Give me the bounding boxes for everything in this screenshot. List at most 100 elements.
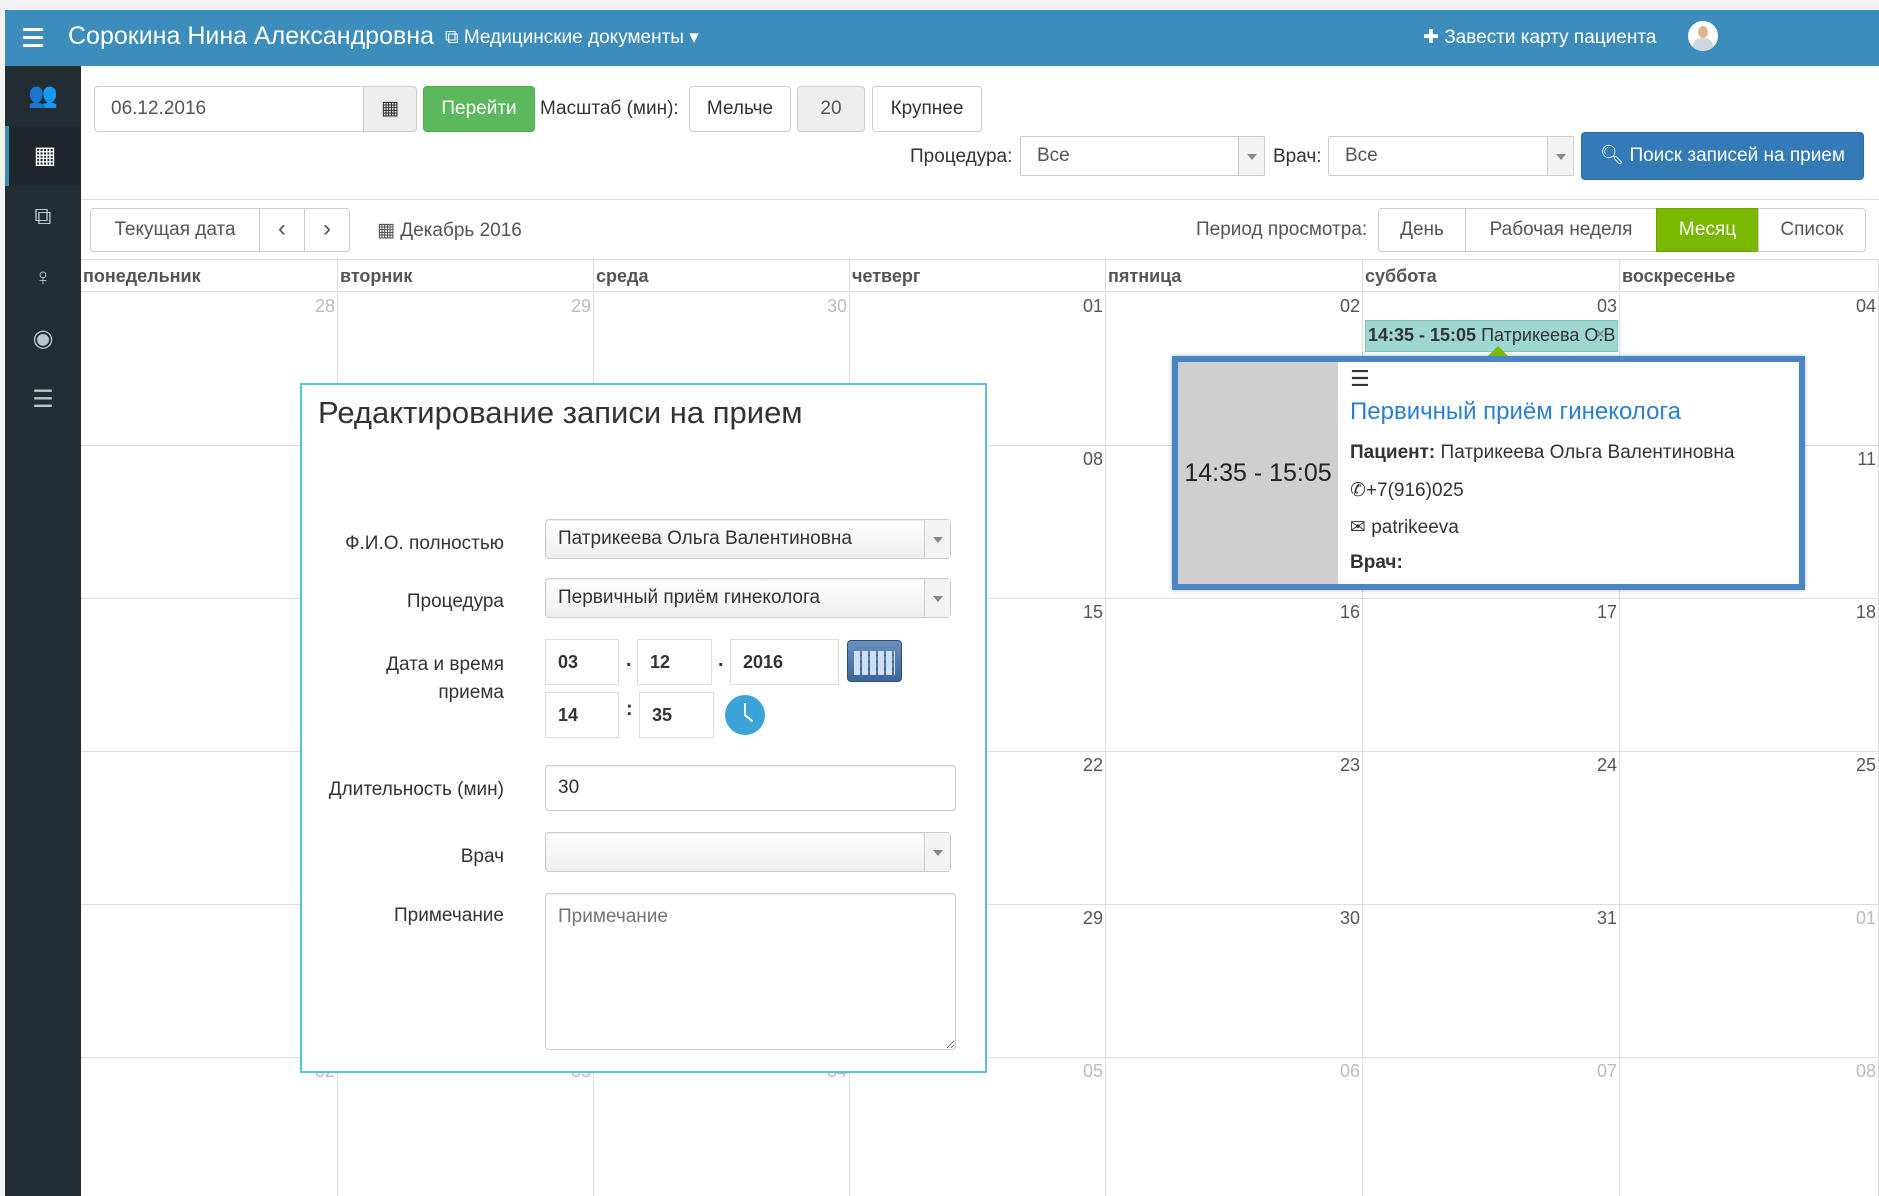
day-number[interactable]: 08: [1856, 1061, 1876, 1082]
prev-month-button[interactable]: ‹: [259, 208, 305, 252]
sidebar: 👥 ▦ ⧉ ♀ ◉ ☰: [5, 66, 81, 1196]
day-number[interactable]: 30: [1340, 908, 1360, 929]
day-number[interactable]: 07: [1597, 1061, 1617, 1082]
minute-input[interactable]: 35: [639, 692, 714, 738]
search-appointments-button[interactable]: 🔍︎ Поиск записей на прием: [1581, 132, 1864, 180]
doctor-filter-value: Все: [1345, 145, 1378, 166]
sidebar-item-users[interactable]: 👥: [5, 66, 81, 126]
period-label: Период просмотра:: [1196, 219, 1368, 240]
day-number[interactable]: 11: [1857, 449, 1876, 470]
datetime-label-line2: приема: [438, 682, 504, 703]
day-cell[interactable]: 31: [1363, 905, 1620, 1058]
day-number[interactable]: 24: [1597, 755, 1617, 776]
weekday-header: пятница: [1106, 260, 1363, 292]
day-number[interactable]: 29: [571, 296, 591, 317]
day-cell[interactable]: 04: [594, 1058, 850, 1196]
today-button[interactable]: Текущая дата: [90, 208, 260, 252]
menu-icon[interactable]: ☰: [1350, 366, 1370, 392]
day-number[interactable]: 17: [1597, 602, 1617, 623]
popover-procedure-link[interactable]: Первичный приём гинеколога: [1350, 398, 1681, 426]
doctor-filter-select[interactable]: Все: [1328, 136, 1574, 176]
bigger-scale-button[interactable]: Крупнее: [872, 86, 982, 132]
view-month-button[interactable]: Месяц: [1656, 208, 1759, 252]
user-name: Сорокина Нина Александровна: [68, 22, 434, 50]
day-cell[interactable]: 05: [850, 1058, 1106, 1196]
day-number[interactable]: 08: [1083, 449, 1103, 470]
clock-icon[interactable]: [725, 695, 765, 735]
procedure-value: Первичный приём гинеколога: [558, 587, 821, 608]
smaller-scale-button[interactable]: Мельче: [689, 86, 791, 132]
next-month-button[interactable]: ›: [304, 208, 350, 252]
popover-patient: Патрикеева Ольга Валентиновна: [1440, 442, 1735, 463]
note-textarea[interactable]: [545, 893, 956, 1050]
sidebar-item-calendar[interactable]: ▦: [5, 126, 81, 186]
day-number[interactable]: 15: [1083, 602, 1103, 623]
day-cell[interactable]: 01: [1620, 905, 1879, 1058]
day-number[interactable]: 30: [827, 296, 847, 317]
day-number[interactable]: 04: [1856, 296, 1876, 317]
year-input[interactable]: 2016: [730, 639, 839, 685]
day-number[interactable]: 23: [1340, 755, 1360, 776]
day-number[interactable]: 31: [1597, 908, 1617, 929]
rss-icon: ◉: [32, 325, 54, 352]
day-cell[interactable]: 24: [1363, 752, 1620, 905]
day-number[interactable]: 25: [1856, 755, 1876, 776]
day-cell[interactable]: 06: [1106, 1058, 1363, 1196]
day-cell[interactable]: 23: [1106, 752, 1363, 905]
day-cell[interactable]: 07: [1363, 1058, 1620, 1196]
avatar[interactable]: [1688, 21, 1718, 51]
day-cell[interactable]: 03: [338, 1058, 594, 1196]
sidebar-item-documents[interactable]: ⧉: [5, 187, 81, 247]
day-number[interactable]: 06: [1340, 1061, 1360, 1082]
procedure-filter-select[interactable]: Все: [1020, 136, 1265, 176]
hour-input[interactable]: 14: [545, 692, 619, 738]
day-cell[interactable]: 25: [1620, 752, 1879, 905]
day-number[interactable]: 22: [1083, 755, 1103, 776]
female-icon: ♀: [34, 264, 52, 291]
date-input[interactable]: 06.12.2016: [94, 86, 364, 132]
sidebar-item-list[interactable]: ☰: [5, 370, 81, 430]
medical-documents-label: Медицинские документы: [463, 27, 684, 48]
medical-documents-menu[interactable]: ⧉ Медицинские документы ▾: [445, 26, 699, 49]
procedure-select[interactable]: Первичный приём гинеколога: [545, 578, 951, 618]
day-cell[interactable]: 02: [81, 1058, 338, 1196]
day-cell[interactable]: 17: [1363, 599, 1620, 752]
calendar-icon: ▦: [33, 142, 57, 169]
day-number[interactable]: 16: [1340, 602, 1360, 623]
day-number[interactable]: 01: [1856, 908, 1876, 929]
day-cell[interactable]: 16: [1106, 599, 1363, 752]
view-workweek-button[interactable]: Рабочая неделя: [1465, 208, 1657, 252]
chevron-down-icon: [1547, 137, 1573, 175]
day-cell[interactable]: 08: [1620, 1058, 1879, 1196]
day-cell[interactable]: 18: [1620, 599, 1879, 752]
day-number[interactable]: 29: [1083, 908, 1103, 929]
day-number[interactable]: 02: [1340, 296, 1360, 317]
view-day-button[interactable]: День: [1378, 208, 1466, 252]
view-list-button[interactable]: Список: [1758, 208, 1866, 252]
day-number[interactable]: 05: [1083, 1061, 1103, 1082]
sidebar-item-feed[interactable]: ◉: [5, 309, 81, 369]
sidebar-item-female[interactable]: ♀: [5, 248, 81, 308]
list-icon: ☰: [32, 386, 54, 413]
doctor-select[interactable]: [545, 832, 951, 872]
weekday-header: четверг: [850, 260, 1106, 292]
duration-input[interactable]: 30: [545, 765, 956, 811]
doctor-label: Врач: [460, 846, 504, 867]
close-icon[interactable]: ×: [1596, 321, 1605, 349]
calendar-picker-button[interactable]: ▦: [363, 86, 417, 132]
menu-toggle-icon[interactable]: [23, 23, 53, 53]
day-number[interactable]: 03: [1597, 296, 1617, 317]
month-input[interactable]: 12: [637, 639, 712, 685]
day-input[interactable]: 03: [545, 639, 619, 685]
day-number[interactable]: 28: [315, 296, 335, 317]
go-button[interactable]: Перейти: [423, 86, 535, 132]
day-number[interactable]: 18: [1856, 602, 1876, 623]
weekday-header: среда: [594, 260, 850, 292]
time-separator: :: [626, 698, 633, 720]
day-cell[interactable]: 30: [1106, 905, 1363, 1058]
calendar-picker-icon[interactable]: [847, 640, 902, 682]
fio-select[interactable]: Патрикеева Ольга Валентиновна: [545, 519, 951, 559]
day-number[interactable]: 01: [1083, 296, 1103, 317]
weekday-header: понедельник: [81, 260, 338, 292]
add-patient-card-button[interactable]: ✚ Завести карту пациента: [1423, 26, 1656, 49]
